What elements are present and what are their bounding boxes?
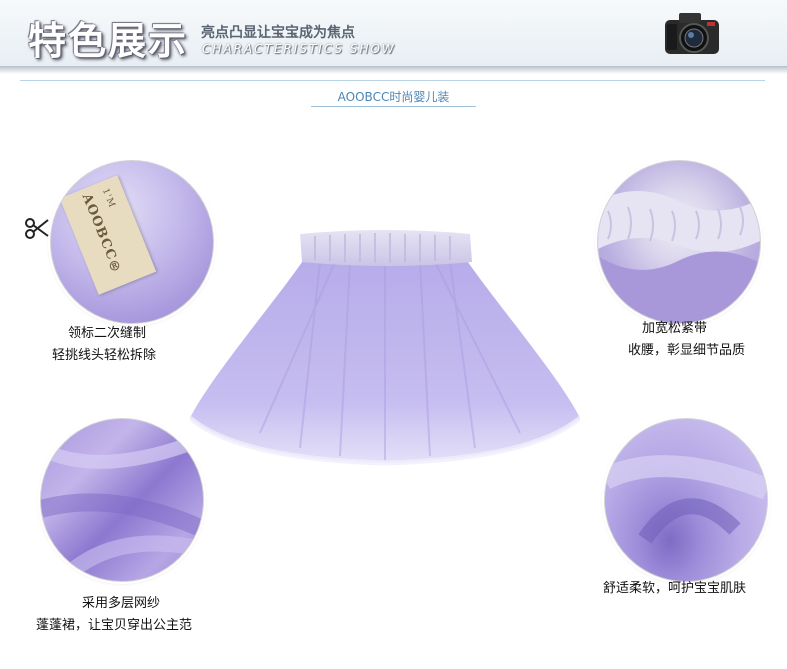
feature-image-fabric bbox=[604, 418, 768, 582]
subtitle-cn: 亮点凸显让宝宝成为焦点 bbox=[201, 25, 355, 41]
subtitle-en: CHARACTERISTICS SHOW bbox=[202, 42, 396, 56]
scissors-icon bbox=[25, 218, 49, 239]
caption-line: 采用多层网纱 bbox=[82, 596, 161, 611]
brand-label: AOOBCC时尚婴儿装 bbox=[337, 90, 450, 104]
feature-caption-1: 领标二次缝制 轻挑线头轻松拆除 bbox=[52, 323, 156, 367]
caption-line: 轻挑线头轻松拆除 bbox=[52, 348, 157, 363]
caption-line: 舒适柔软，呵护宝宝肌肤 bbox=[603, 581, 747, 596]
waistband-illustration bbox=[598, 191, 760, 323]
fabric-illustration bbox=[605, 455, 767, 544]
caption-line: 领标二次缝制 bbox=[68, 326, 147, 341]
feature-image-waistband bbox=[597, 160, 761, 324]
header-banner: 特色展示 亮点凸显让宝宝成为焦点 CHARACTERISTICS SHOW bbox=[0, 0, 787, 67]
camera-icon bbox=[665, 13, 719, 54]
feature-image-mesh bbox=[40, 418, 204, 582]
caption-line: 蓬蓬裙，让宝贝穿出公主范 bbox=[36, 618, 193, 633]
skirt-image bbox=[190, 230, 580, 466]
divider-line bbox=[20, 80, 765, 81]
page-title: 特色展示 bbox=[28, 19, 189, 63]
feature-caption-4: 舒适柔软，呵护宝宝肌肤 bbox=[603, 578, 746, 600]
clothing-label-tag: AOOBCC® 1'M bbox=[59, 175, 157, 295]
mesh-illustration bbox=[41, 432, 203, 581]
caption-line: 收腰，彰显细节品质 bbox=[628, 343, 746, 358]
brand-underline bbox=[311, 106, 476, 107]
caption-line: 加宽松紧带 bbox=[642, 321, 708, 336]
label-brand-text: AOOBCC® bbox=[78, 191, 126, 278]
header-shadow bbox=[0, 66, 787, 74]
feature-caption-2: 加宽松紧带 收腰，彰显细节品质 bbox=[628, 318, 745, 362]
feature-caption-3: 采用多层网纱 蓬蓬裙，让宝贝穿出公主范 bbox=[36, 593, 192, 637]
label-size-text: 1'M bbox=[99, 187, 117, 210]
